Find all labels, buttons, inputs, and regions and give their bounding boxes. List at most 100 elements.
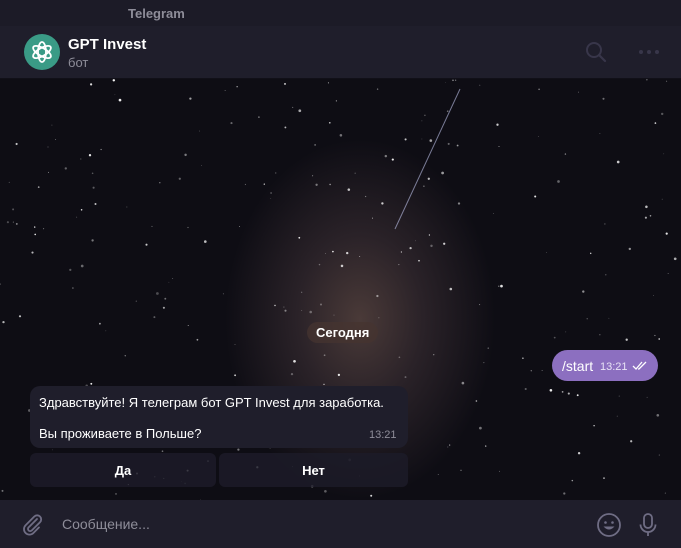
star bbox=[43, 228, 45, 230]
star bbox=[630, 440, 633, 443]
star bbox=[437, 474, 439, 475]
microphone-icon[interactable] bbox=[637, 512, 659, 538]
star bbox=[496, 123, 499, 126]
star bbox=[378, 317, 380, 319]
star bbox=[48, 171, 49, 173]
telegram-window: Telegram GPT Invest бот Сегодня /start 1… bbox=[0, 0, 681, 548]
star bbox=[498, 145, 500, 147]
star bbox=[126, 206, 128, 208]
star bbox=[34, 226, 36, 228]
more-icon[interactable] bbox=[638, 40, 660, 64]
star bbox=[646, 79, 648, 81]
star bbox=[329, 183, 331, 186]
title-bar: Telegram bbox=[0, 0, 681, 26]
star bbox=[283, 306, 285, 308]
star bbox=[172, 278, 174, 279]
star bbox=[105, 330, 107, 332]
star bbox=[653, 295, 654, 296]
star bbox=[427, 177, 430, 180]
star bbox=[424, 114, 426, 117]
avatar[interactable] bbox=[24, 34, 60, 70]
star bbox=[337, 373, 341, 377]
star bbox=[429, 139, 433, 142]
star bbox=[340, 264, 344, 268]
star bbox=[563, 492, 566, 495]
star bbox=[124, 355, 126, 357]
star bbox=[314, 144, 316, 146]
message-input[interactable] bbox=[62, 514, 562, 534]
chat-title[interactable]: GPT Invest bbox=[68, 36, 146, 53]
star bbox=[666, 80, 668, 82]
star bbox=[376, 88, 379, 90]
star bbox=[564, 153, 567, 155]
star bbox=[274, 304, 276, 307]
star bbox=[37, 186, 40, 188]
star bbox=[658, 338, 661, 340]
incoming-message[interactable]: Здравствуйте! Я телеграм бот GPT Invest … bbox=[30, 386, 408, 448]
star bbox=[224, 90, 226, 91]
star bbox=[457, 202, 461, 205]
star bbox=[537, 136, 539, 137]
star bbox=[553, 336, 556, 339]
star bbox=[493, 213, 494, 215]
star bbox=[323, 354, 326, 357]
star bbox=[118, 98, 122, 102]
star bbox=[561, 391, 564, 393]
outgoing-message[interactable]: /start 13:21 bbox=[552, 350, 658, 381]
star bbox=[237, 448, 240, 451]
star bbox=[618, 395, 620, 397]
star bbox=[335, 100, 338, 102]
star bbox=[616, 160, 620, 164]
star bbox=[522, 357, 524, 360]
star bbox=[159, 181, 161, 184]
star bbox=[31, 251, 34, 254]
star bbox=[663, 153, 665, 155]
chat-header[interactable]: GPT Invest бот bbox=[0, 26, 681, 79]
star bbox=[8, 181, 10, 183]
star bbox=[460, 469, 462, 471]
star bbox=[234, 344, 236, 345]
star bbox=[270, 192, 273, 194]
star bbox=[156, 292, 159, 295]
star bbox=[346, 251, 349, 255]
star bbox=[47, 146, 49, 148]
star bbox=[524, 387, 527, 391]
star bbox=[15, 142, 18, 146]
star bbox=[433, 354, 435, 356]
star bbox=[603, 477, 605, 479]
star bbox=[656, 413, 660, 417]
star bbox=[415, 240, 416, 242]
star bbox=[449, 444, 451, 446]
star bbox=[290, 372, 294, 376]
star bbox=[602, 97, 605, 100]
star bbox=[654, 122, 657, 124]
star bbox=[667, 273, 669, 274]
star bbox=[284, 82, 286, 85]
star bbox=[1, 489, 4, 492]
star bbox=[90, 382, 93, 385]
star bbox=[567, 392, 570, 395]
star bbox=[34, 233, 37, 236]
star bbox=[258, 116, 260, 118]
star bbox=[135, 300, 137, 302]
star bbox=[100, 148, 102, 151]
outgoing-message-text: /start bbox=[562, 358, 594, 374]
star bbox=[404, 138, 407, 141]
star bbox=[487, 347, 489, 349]
star bbox=[12, 208, 15, 211]
inline-button-no[interactable]: Нет bbox=[219, 453, 408, 487]
paperclip-icon[interactable] bbox=[20, 512, 44, 536]
star bbox=[582, 290, 585, 293]
search-icon[interactable] bbox=[584, 40, 608, 64]
double-check-icon bbox=[632, 361, 647, 370]
star bbox=[327, 82, 329, 84]
star bbox=[178, 177, 181, 180]
star bbox=[88, 154, 92, 157]
emoji-icon[interactable] bbox=[596, 512, 622, 538]
star bbox=[12, 221, 14, 223]
message-area[interactable]: Сегодня /start 13:21 Здравствуйте! Я тел… bbox=[0, 79, 681, 500]
inline-button-yes[interactable]: Да bbox=[30, 453, 216, 487]
star bbox=[298, 109, 302, 113]
star bbox=[339, 134, 343, 137]
star bbox=[187, 325, 189, 326]
